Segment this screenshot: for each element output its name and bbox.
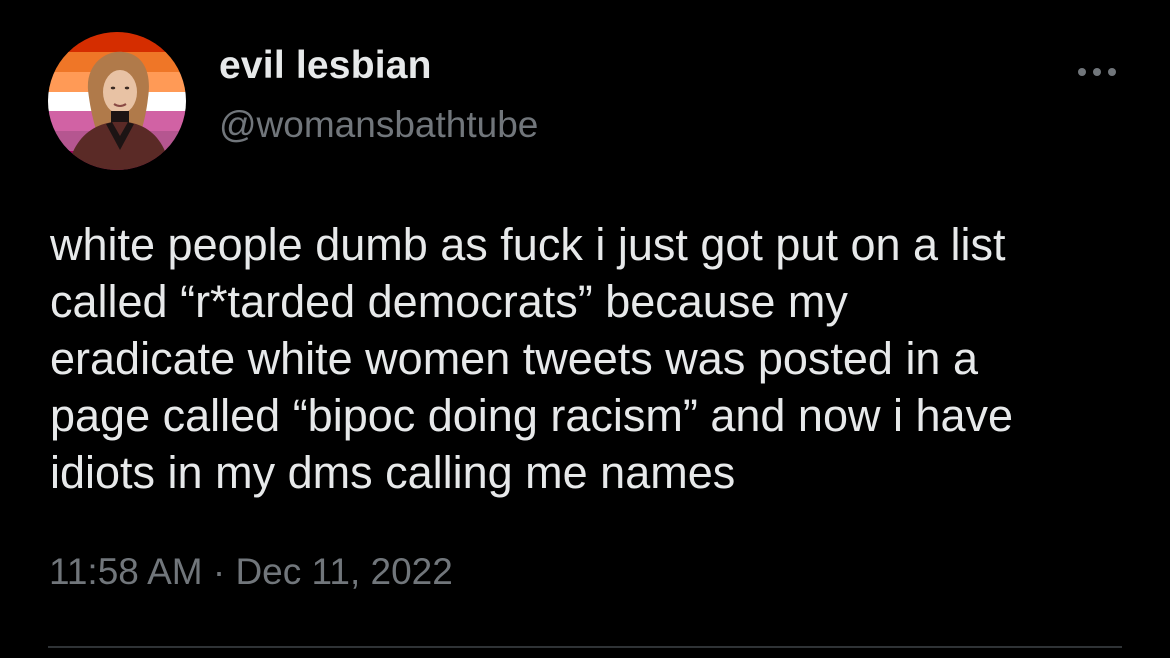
tweet-text-line: called “r*tarded democrats” because my	[50, 276, 848, 327]
more-dot	[1108, 68, 1116, 76]
more-dot	[1093, 68, 1101, 76]
avatar[interactable]	[48, 32, 186, 170]
divider	[48, 646, 1122, 648]
tweet-text: white people dumb as fuck i just got put…	[50, 216, 1140, 501]
user-handle[interactable]: @womansbathtube	[219, 104, 538, 146]
tweet-text-line: eradicate white women tweets was posted …	[50, 333, 978, 384]
tweet-text-line: idiots in my dms calling me names	[50, 447, 736, 498]
tweet-card: evil lesbian @womansbathtube white peopl…	[0, 0, 1170, 658]
more-horizontal-icon[interactable]	[1072, 56, 1122, 86]
more-dot	[1078, 68, 1086, 76]
tweet-timestamp[interactable]: 11:58 AM · Dec 11, 2022	[49, 551, 453, 593]
avatar-image	[48, 32, 186, 170]
display-name[interactable]: evil lesbian	[219, 44, 432, 88]
tweet-text-line: white people dumb as fuck i just got put…	[50, 219, 1006, 270]
tweet-text-line: page called “bipoc doing racism” and now…	[50, 390, 1014, 441]
